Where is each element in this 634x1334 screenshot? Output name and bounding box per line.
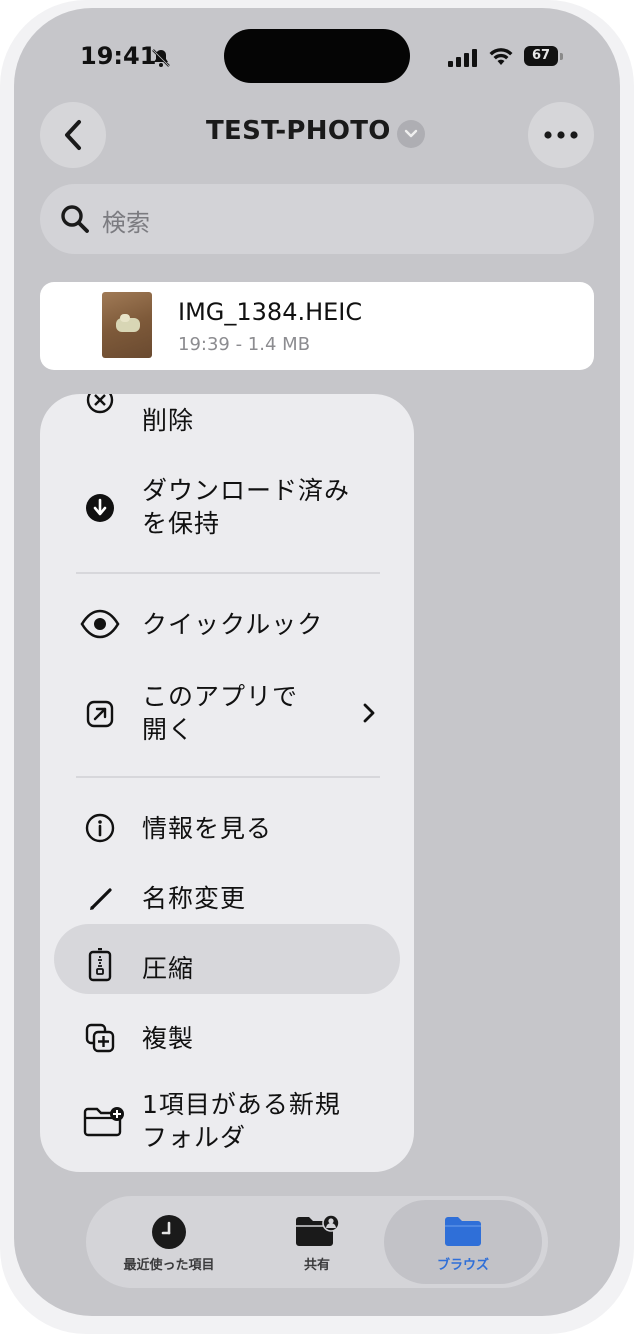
menu-separator <box>76 776 380 778</box>
bell-slash-icon <box>151 48 171 72</box>
menu-label: このアプリで 開く <box>142 682 299 744</box>
battery-tip <box>560 53 563 60</box>
menu-separator <box>76 572 380 574</box>
menu-label: 情報を見る <box>142 814 273 843</box>
menu-item-quick-look[interactable]: クイックルック <box>40 590 414 660</box>
menu-item-rename[interactable]: 名称変更 <box>40 864 414 934</box>
menu-label: 1項目がある新規 フォルダ <box>142 1090 341 1152</box>
menu-item-get-info[interactable]: 情報を見る <box>40 794 414 864</box>
menu-label: 削除 <box>142 406 195 435</box>
menu-label: ダウンロード済み を保持 <box>142 476 351 538</box>
file-meta: 19:39 - 1.4 MB <box>178 334 311 355</box>
tab-shared[interactable]: 共有 <box>242 1196 392 1288</box>
phone-screen: 19:41 67 TEST-PHOTO 検索 IMG_1384.HEIC 19:… <box>14 8 620 1316</box>
menu-item-delete[interactable]: 削除 <box>40 394 414 442</box>
menu-label: 名称変更 <box>142 884 247 913</box>
file-thumbnail <box>102 292 152 358</box>
chevron-left-icon <box>65 120 81 150</box>
status-time: 19:41 <box>80 42 157 70</box>
info-icon <box>85 813 115 843</box>
tab-label: ブラウズ <box>436 1258 489 1273</box>
shared-folder-icon <box>296 1214 340 1246</box>
battery-indicator: 67 <box>524 46 558 66</box>
menu-label: クイックルック <box>142 610 324 639</box>
tab-recents[interactable]: 最近使った項目 <box>94 1196 244 1288</box>
tab-label: 最近使った項目 <box>123 1258 215 1273</box>
file-name: IMG_1384.HEIC <box>178 298 363 326</box>
open-external-icon <box>86 700 114 728</box>
more-options-button[interactable] <box>528 102 594 168</box>
duplicate-icon <box>85 1023 115 1053</box>
folder-icon <box>445 1217 481 1246</box>
context-menu: 削除 ダウンロード済み を保持 クイックルック このアプリで 開く 情報を見る <box>40 394 414 1172</box>
back-button[interactable] <box>40 102 106 168</box>
tab-browse[interactable]: ブラウズ <box>388 1196 538 1288</box>
file-item-card[interactable]: IMG_1384.HEIC 19:39 - 1.4 MB <box>40 282 594 370</box>
search-field[interactable]: 検索 <box>40 184 594 254</box>
menu-item-duplicate[interactable]: 複製 <box>40 1004 414 1074</box>
tab-label: 共有 <box>303 1258 330 1273</box>
ellipsis-icon <box>544 131 578 139</box>
archive-icon <box>88 948 112 982</box>
folder-title[interactable]: TEST-PHOTO <box>206 116 391 146</box>
menu-item-new-folder-with-item[interactable]: 1項目がある新規 フォルダ <box>40 1080 414 1170</box>
eye-icon <box>80 609 120 639</box>
pencil-icon <box>90 888 112 910</box>
search-placeholder: 検索 <box>102 209 150 237</box>
clock-icon <box>152 1215 186 1249</box>
wifi-icon <box>488 46 514 70</box>
title-chevron-down-icon[interactable] <box>397 120 425 148</box>
delete-x-icon <box>86 394 114 414</box>
dynamic-island <box>224 29 410 83</box>
chevron-right-icon <box>363 703 375 723</box>
cellular-signal-icon <box>448 49 478 71</box>
menu-item-compress[interactable]: 圧縮 <box>40 934 414 1004</box>
new-folder-icon <box>83 1107 124 1137</box>
search-icon <box>60 204 90 238</box>
download-arrow-icon <box>86 494 114 522</box>
menu-label: 圧縮 <box>142 954 195 983</box>
menu-item-keep-downloaded[interactable]: ダウンロード済み を保持 <box>40 466 414 556</box>
menu-item-open-in-app[interactable]: このアプリで 開く <box>40 670 414 760</box>
tab-bar: 最近使った項目 共有 ブラウズ <box>86 1196 548 1288</box>
menu-label: 複製 <box>142 1024 195 1053</box>
